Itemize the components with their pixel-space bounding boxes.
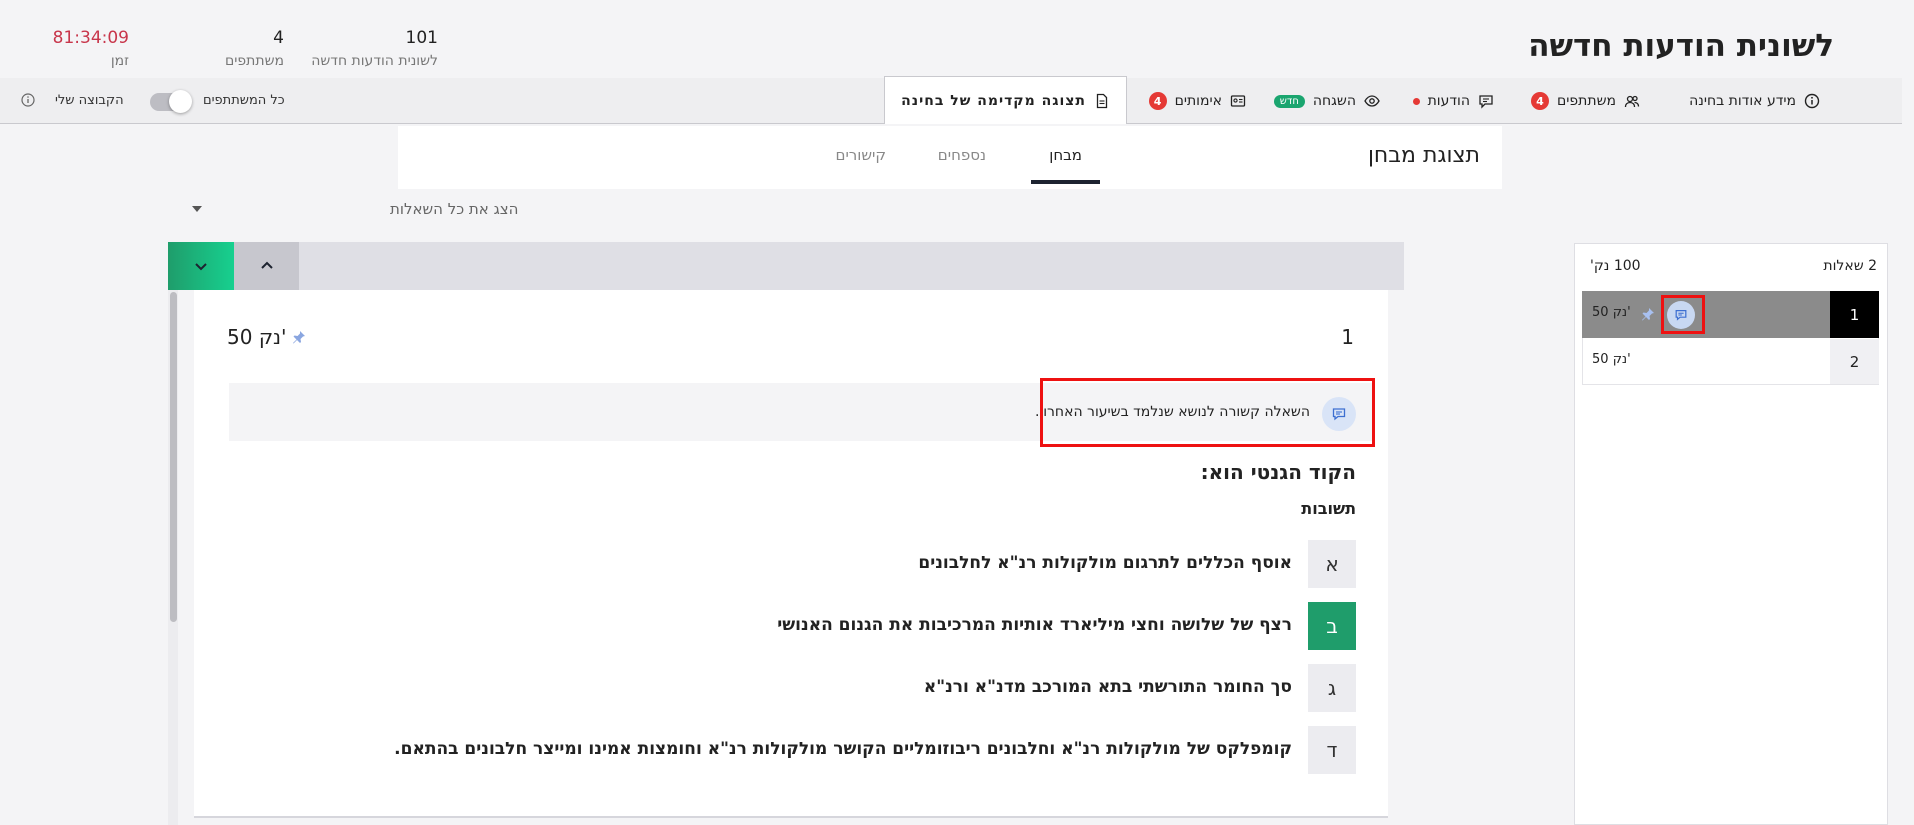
page-title: לשונית הודעות חדשה: [1528, 28, 1834, 64]
comment-highlight-box: [1040, 378, 1375, 447]
nav-item-participants[interactable]: משתתפים 4: [1531, 78, 1640, 124]
question-list-number: 1: [1830, 291, 1879, 338]
answer-letter[interactable]: ג: [1308, 664, 1356, 712]
answer-letter-correct[interactable]: ב: [1308, 602, 1356, 650]
scrollbar-thumb[interactable]: [170, 292, 177, 622]
nav-item-verifications[interactable]: אימותים 4: [1148, 78, 1246, 124]
previous-question-button[interactable]: [234, 242, 299, 290]
tab-exam-preview[interactable]: תצוגה מקדימה של בחינה: [884, 76, 1127, 124]
answer-text: אוסף הכללים לתרגום מולקולות רנ"א לחלבוני…: [918, 553, 1292, 573]
total-points: 100 נק': [1590, 258, 1641, 274]
stat-label: זמן: [110, 53, 129, 69]
show-all-questions-dropdown[interactable]: הצג את כל השאלות: [390, 200, 518, 218]
stat-participants: 4 משתתפים: [225, 28, 284, 69]
answers-label: תשובות: [1301, 499, 1356, 518]
answer-text: קומפלקס של מולקולות רנ"א וחלבונים ריבוזו…: [394, 739, 1292, 759]
chat-icon: [1479, 95, 1493, 109]
tab-links[interactable]: קישורים: [836, 146, 887, 164]
preview-header: תצוגת מבחן מבחן נספחים קישורים: [398, 126, 1502, 189]
tab-exam[interactable]: מבחן: [1031, 146, 1100, 184]
next-question-button[interactable]: [168, 242, 234, 290]
nav-item-supervision[interactable]: השגחה חדש: [1273, 78, 1380, 124]
unread-dot: [1412, 97, 1420, 105]
my-group-label: הקבוצה שלי: [55, 93, 124, 108]
caret-down-icon[interactable]: [192, 206, 202, 212]
info-icon: [1804, 93, 1820, 109]
comment-highlight-box: [1661, 295, 1705, 334]
stat-value: 81:34:09: [52, 28, 129, 48]
eye-icon: [1364, 95, 1380, 107]
stat-time: 81:34:09 זמן: [53, 28, 129, 69]
id-card-icon: [1230, 95, 1246, 107]
stat-value: 101: [405, 28, 438, 48]
chevron-down-icon: [195, 263, 207, 271]
answer-text: סך החומר התורשתי בתא המורכב מדנ"א ורנ"א: [923, 677, 1292, 697]
group-toggle[interactable]: [150, 90, 192, 113]
stat-new-messages: 101 לשונית הודעות חדשה: [311, 28, 438, 69]
document-icon: [1096, 93, 1108, 108]
navbar: מידע אודות בחינה משתתפים 4 הודעות השגחה …: [0, 76, 1902, 124]
stat-value: 4: [273, 28, 284, 48]
nav-item-messages[interactable]: הודעות: [1412, 78, 1494, 124]
nav-label: תצוגה מקדימה של בחינה: [901, 92, 1086, 109]
question-list-points: 50 נק': [1592, 305, 1631, 320]
question-points: 50 נק': [227, 325, 287, 349]
nav-label: משתתפים: [1557, 93, 1616, 109]
nav-label: השגחה: [1312, 93, 1356, 109]
nav-label: הודעות: [1427, 93, 1470, 109]
answer-text: רצף של שלושה וחצי מיליארד אותיות המרכיבו…: [777, 615, 1292, 635]
question-count: 2 שאלות: [1823, 258, 1877, 274]
stat-label: לשונית הודעות חדשה: [311, 53, 438, 69]
users-icon: [1624, 95, 1640, 108]
question-list-number: 2: [1830, 339, 1879, 384]
new-badge: חדש: [1273, 94, 1305, 108]
nav-item-exam-info[interactable]: מידע אודות בחינה: [1689, 78, 1820, 124]
question-list-points: 50 נק': [1592, 352, 1631, 367]
answer-letter[interactable]: א: [1308, 540, 1356, 588]
pin-icon[interactable]: [292, 330, 306, 344]
nav-label: מידע אודות בחינה: [1689, 93, 1796, 109]
answer-letter[interactable]: ד: [1308, 726, 1356, 774]
nav-label: אימותים: [1174, 93, 1222, 109]
question-number: 1: [1341, 325, 1354, 349]
question-nav-bar: [168, 242, 1404, 290]
info-icon[interactable]: [20, 92, 36, 108]
pin-icon[interactable]: [1641, 307, 1655, 321]
stat-label: משתתפים: [225, 53, 284, 69]
chevron-up-icon: [260, 261, 273, 269]
all-users-label: כל המשתתפים: [203, 93, 285, 108]
verifications-badge: 4: [1148, 92, 1167, 110]
question-heading: הקוד הגנטי הוא:: [1200, 460, 1356, 484]
tab-appendices[interactable]: נספחים: [938, 146, 986, 164]
preview-title: תצוגת מבחן: [1367, 143, 1480, 168]
participants-badge: 4: [1531, 92, 1549, 110]
